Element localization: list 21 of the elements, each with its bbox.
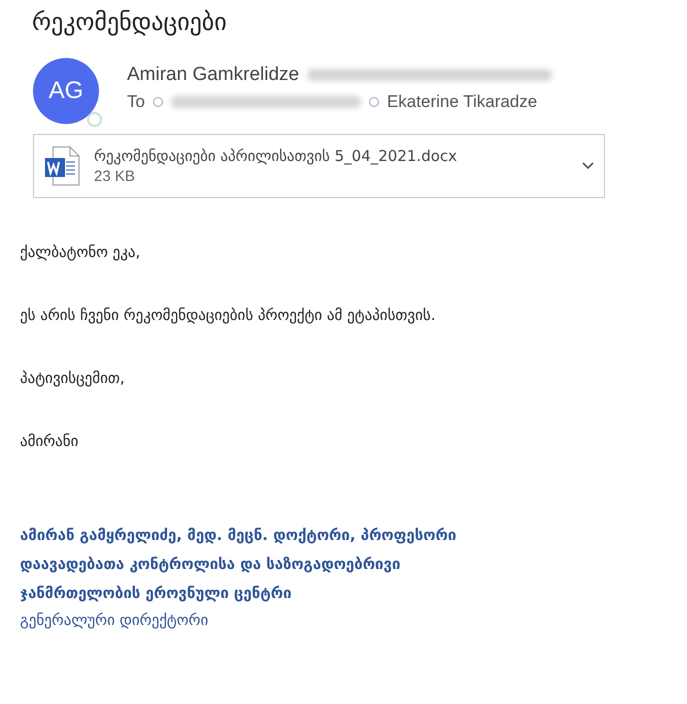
body-paragraph: ქალბატონო ეკა, bbox=[20, 242, 142, 262]
sender-avatar: AG bbox=[33, 58, 99, 124]
signature-title: გენერალური დირექტორი bbox=[20, 610, 210, 631]
presence-icon bbox=[368, 97, 379, 107]
attachment-filename: რეკომენდაციები აპრილისათვის 5_04_2021.docx bbox=[94, 147, 458, 165]
word-document-icon bbox=[44, 146, 80, 186]
attachment-card[interactable]: რეკომენდაციები აპრილისათვის 5_04_2021.docx 23 KB bbox=[33, 134, 605, 198]
body-paragraph: პატივისცემით, bbox=[20, 368, 126, 388]
recipient-name[interactable]: Ekaterine Tikaradze bbox=[386, 92, 538, 112]
email-subject: რეკომენდაციები bbox=[32, 8, 228, 36]
body-paragraph: ეს არის ჩვენი რეკომენდაციების პროექტი ამ ეტაპისთვის. bbox=[20, 305, 436, 325]
signature-line: ჯანმრთელობის ეროვნული ცენტრი bbox=[20, 583, 293, 604]
sender-name: Amiran Gamkrelidze bbox=[127, 64, 300, 86]
chevron-down-icon[interactable] bbox=[582, 162, 594, 170]
presence-icon bbox=[152, 97, 163, 107]
body-paragraph: ამირანი bbox=[20, 431, 80, 451]
presence-icon bbox=[87, 112, 102, 127]
signature-line: ამირან გამყრელიძე, მედ. მეცნ. დოქტორი, პროფესორი bbox=[20, 525, 458, 546]
signature-line: დაავადებათა კონტროლისა და საზოგადოებრივი bbox=[20, 554, 402, 575]
to-label: To bbox=[127, 92, 145, 112]
attachment-size: 23 KB bbox=[94, 168, 136, 185]
